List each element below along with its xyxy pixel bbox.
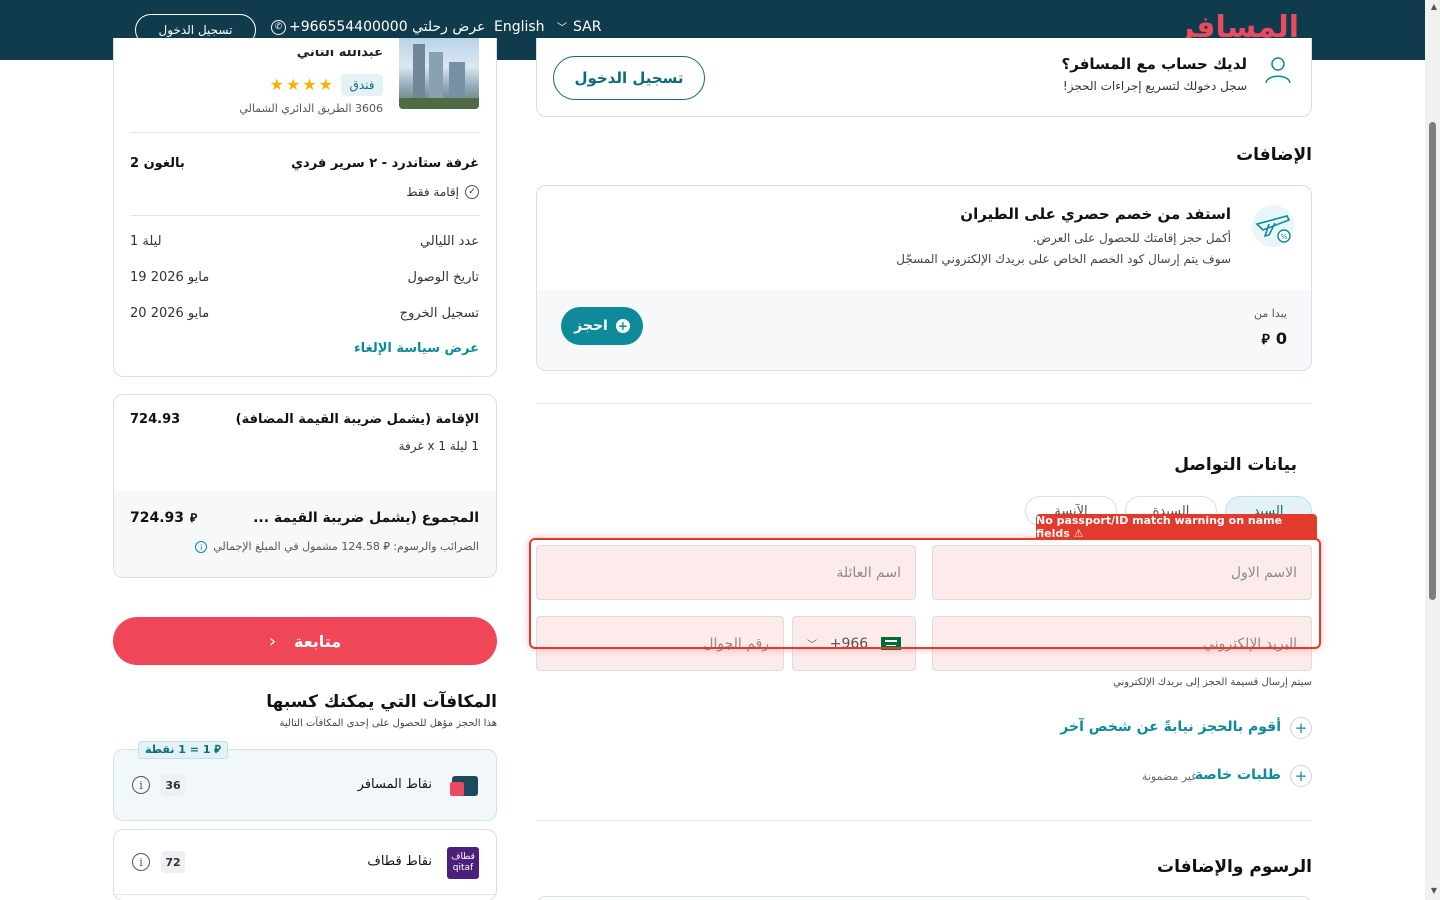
nights-value: 1 ليلة [130, 234, 162, 249]
reward-name: نقاط المسافر [357, 777, 432, 792]
board-basis: ✓ إقامة فقط [406, 185, 479, 199]
price-summary-card: الإقامة (يشمل ضريبة القيمة المضافة) 724.… [113, 394, 497, 578]
plane-discount-icon: % [1252, 205, 1294, 247]
section-divider [536, 820, 1312, 821]
checkin-label: تاريخ الوصول [407, 270, 480, 285]
checkout-value: 20 مايو 2026 [130, 306, 210, 321]
book-for-other-link[interactable]: أقوم بالحجز نيابةً عن شخص آخر [1060, 719, 1281, 735]
offer-price: ⃁ 0 [1261, 329, 1287, 348]
hotel-type-badge: فندق [341, 74, 383, 96]
hotel-address: 3606 الطريق الدائري الشمالي [239, 102, 383, 115]
phone-link[interactable]: ✆ +966554400000 [271, 19, 408, 35]
country-code-value: +966 [829, 635, 869, 652]
country-code-select[interactable]: ﹀ +966 [792, 616, 916, 671]
fees-card [536, 896, 1312, 900]
continue-label: متابعة [294, 631, 342, 651]
total-value: 724.93 ⃁ [130, 510, 198, 526]
room-type: غرفة ستاندرد - ٢ سرير فردي [291, 156, 479, 171]
total-section [114, 491, 496, 577]
stay-price-label: الإقامة (يشمل ضريبة القيمة المضافة) [235, 412, 479, 427]
book-addon-label: احجز [574, 318, 608, 334]
reward-name: نقاط قطاف [367, 854, 432, 869]
divider [130, 132, 480, 133]
chevron-down-icon: ﹀ [807, 640, 817, 651]
scrollbar-thumb[interactable] [1429, 122, 1436, 600]
total-label: المجموع (يشمل ضريبة القيمة ... [253, 510, 479, 526]
check-circle-icon: ✓ [465, 185, 479, 199]
stay-price-detail: 1 ليلة x 1 غرفة [398, 439, 479, 453]
chevron-left-icon: ‹ [268, 630, 277, 652]
book-for-other-plus-icon[interactable]: + [1290, 717, 1312, 739]
reward-points-badge: 36 [161, 774, 185, 796]
language-switch[interactable]: English [494, 19, 545, 35]
mobile-number-field[interactable]: رقم الجوال [536, 616, 784, 671]
currency-selector[interactable]: ﹀ SAR [557, 19, 601, 35]
nights-label: عدد الليالي [419, 234, 479, 249]
first-name-field[interactable]: الاسم الاول [932, 545, 1312, 600]
my-trip-link[interactable]: عرض رحلتي [412, 19, 485, 35]
special-requests-link[interactable]: طلبات خاصة [1195, 767, 1281, 783]
info-icon[interactable]: i [132, 853, 150, 871]
tax-note: الضرائب والرسوم: ⃁ 124.58 مشمول في المبل… [195, 540, 479, 554]
hotel-photo[interactable] [399, 38, 479, 109]
hotel-summary-card: عبدالله الثاني فندق ★★★★ 3606 الطريق الد… [113, 38, 497, 377]
last-name-field[interactable]: اسم العائلة [536, 545, 916, 600]
reward-card-qitaf[interactable]: قطاف qitaf نقاط قطاف 72 i [113, 829, 497, 900]
starts-from-label: يبدا من [1254, 307, 1287, 320]
scroll-down-arrow-icon[interactable]: ▼ [1431, 886, 1437, 895]
info-icon[interactable]: i [132, 776, 150, 794]
email-field[interactable]: البريد الإلكتروني [932, 616, 1312, 671]
user-profile-icon [1265, 57, 1291, 84]
divider [114, 894, 496, 895]
contact-heading: بيانات التواصل [1174, 455, 1297, 475]
riyal-symbol: ⃁ [1261, 331, 1270, 348]
offer-title: استفد من خصم حصري على الطيران [960, 205, 1231, 223]
email-note: سيتم إرسال قسيمة الحجز إلى بريدك الإلكتر… [1113, 677, 1312, 688]
plus-circle-icon: + [615, 319, 630, 333]
scroll-up-arrow-icon[interactable]: ▲ [1431, 2, 1437, 11]
page-scrollbar[interactable]: ▲ ▼ [1425, 0, 1440, 900]
checkout-label: تسجيل الخروج [399, 306, 479, 321]
offer-line-1: أكمل حجز إقامتك للحصول على العرض. [1032, 231, 1231, 245]
account-prompt-card: لديك حساب مع المسافر؟ سجل دخولك لتسريع إ… [536, 38, 1312, 117]
hotel-star-rating: ★★★★ [269, 75, 335, 94]
offer-line-2: سوف يتم إرسال كود الخصم الخاص على بريدك … [896, 252, 1231, 266]
account-prompt-title: لديك حساب مع المسافر؟ [1061, 55, 1247, 73]
checkin-value: 19 مايو 2026 [130, 270, 210, 285]
points-rate-tag: ⃁ 1 = 1 نقطة [138, 741, 228, 759]
flight-discount-offer-card: % استفد من خصم حصري على الطيران أكمل حجز… [536, 185, 1312, 371]
hotel-name: عبدالله الثاني [296, 50, 383, 60]
cancellation-policy-link[interactable]: عرض سياسة الإلغاء [354, 341, 479, 356]
rewards-subheading: هذا الحجز مؤهل للحصول على إحدى المكافآت … [279, 718, 497, 729]
account-prompt-subtitle: سجل دخولك لتسريع إجراءات الحجز! [1062, 79, 1247, 93]
fees-heading: الرسوم والإضافات [1156, 857, 1312, 877]
account-login-button[interactable]: تسجيل الدخول [553, 56, 705, 100]
reward-card-almosafer[interactable]: نقاط المسافر 36 i [113, 749, 497, 821]
chevron-down-icon: ﹀ [557, 23, 567, 34]
almosafer-points-icon [450, 774, 478, 798]
book-addon-button[interactable]: احجز + [561, 307, 643, 345]
qitaf-logo: قطاف qitaf [447, 847, 479, 879]
svg-text:%: % [1281, 233, 1288, 241]
riyal-symbol: ⃁ [190, 510, 198, 525]
stay-price-value: 724.93 [130, 412, 181, 427]
offer-footer [537, 290, 1311, 370]
name-field-warning-label: No passport/ID match warning on name fie… [1036, 514, 1317, 540]
reward-points-badge: 72 [161, 851, 185, 873]
whatsapp-icon: ✆ [271, 19, 286, 35]
section-divider [536, 403, 1312, 404]
rewards-heading: المكافآت التي يمكنك كسبها [266, 692, 497, 712]
divider [130, 215, 480, 216]
addons-heading: الإضافات [1236, 145, 1312, 165]
not-guaranteed-note: غير مضمونة [1141, 770, 1197, 783]
special-requests-plus-icon[interactable]: + [1290, 765, 1312, 787]
continue-button[interactable]: متابعة ‹ [113, 617, 497, 665]
saudi-flag-icon [880, 637, 901, 650]
info-icon[interactable]: i [195, 541, 208, 553]
guest-count: 2 بالغون [130, 156, 185, 171]
